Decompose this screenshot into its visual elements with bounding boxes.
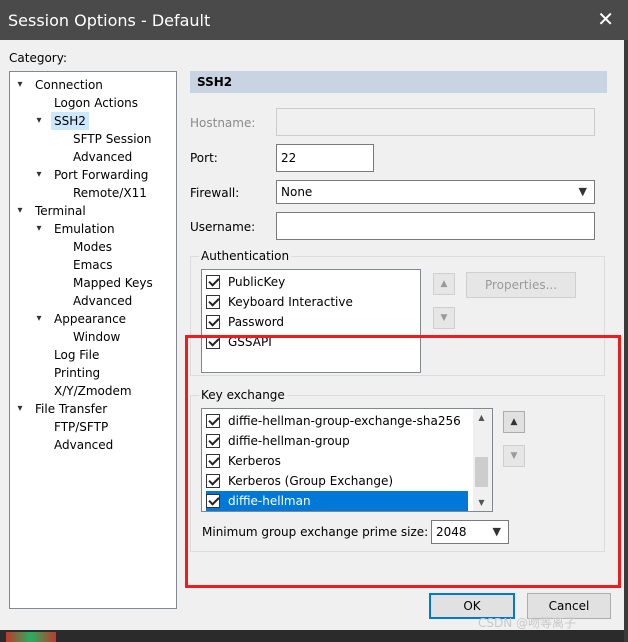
tree-item[interactable]: X/Y/Zmodem [54, 382, 132, 400]
list-item-label: Password [228, 315, 285, 329]
background-taskbar [0, 630, 624, 642]
background-edge [624, 40, 628, 642]
chevron-down-icon[interactable]: ▾ [14, 202, 26, 220]
tree-item[interactable]: SFTP Session [73, 130, 151, 148]
tree-item[interactable]: Port Forwarding [54, 166, 148, 184]
category-tree[interactable]: ▾ Connection Logon Actions ▾ SSH2 SFTP Sessio… [9, 71, 177, 609]
firewall-value: None [281, 185, 313, 199]
tree-item[interactable]: Printing [54, 364, 100, 382]
watermark: CSDN @吻等离子 [478, 616, 577, 630]
chevron-down-icon[interactable]: ▾ [14, 76, 26, 94]
tree-item[interactable]: Advanced [54, 436, 113, 454]
firewall-label: Firewall: [190, 186, 240, 200]
tree-item[interactable]: Advanced [73, 292, 132, 310]
chevron-down-icon[interactable]: ▾ [14, 400, 26, 418]
list-item-label: PublicKey [228, 275, 286, 289]
authentication-title: Authentication [199, 248, 292, 264]
properties-button[interactable]: Properties... [466, 272, 576, 298]
window-title: Session Options - Default [8, 11, 211, 30]
username-field[interactable] [276, 212, 595, 240]
chevron-down-icon[interactable]: ▾ [33, 310, 45, 328]
tree-item[interactable]: Logon Actions [54, 94, 138, 112]
chevron-down-icon[interactable]: ▾ [33, 166, 45, 184]
list-item-label: Keyboard Interactive [228, 295, 353, 309]
tree-item[interactable]: Mapped Keys [73, 274, 153, 292]
tree-item[interactable]: Terminal [35, 202, 86, 220]
tree-item[interactable]: Window [73, 328, 120, 346]
list-item[interactable]: Keyboard Interactive [206, 292, 359, 312]
list-item[interactable]: Password [206, 312, 290, 332]
section-title: SSH2 [190, 71, 607, 93]
port-label: Port: [190, 151, 218, 165]
tree-item[interactable]: File Transfer [35, 400, 107, 418]
chevron-down-icon[interactable]: ▾ [33, 112, 45, 130]
list-item[interactable]: PublicKey [206, 272, 291, 292]
tree-item[interactable]: Connection [35, 76, 103, 94]
annotation-highlight-box [185, 335, 621, 588]
category-label: Category: [9, 51, 67, 65]
hostname-field[interactable] [276, 108, 595, 136]
chevron-down-icon: ▼ [578, 185, 587, 198]
firewall-select[interactable]: None ▼ [276, 180, 595, 204]
auth-move-up-button[interactable]: ▲ [433, 273, 455, 295]
checkbox-checked-icon[interactable] [206, 295, 220, 309]
hostname-label: Hostname: [190, 116, 256, 130]
chevron-down-icon[interactable]: ▾ [33, 220, 45, 238]
tree-item[interactable]: FTP/SFTP [54, 418, 108, 436]
tree-item[interactable]: Emulation [54, 220, 115, 238]
tree-item[interactable]: Modes [73, 238, 112, 256]
title-bar: Session Options - Default ✕ [0, 0, 628, 40]
tree-item[interactable]: Emacs [73, 256, 112, 274]
tree-item[interactable]: Remote/X11 [73, 184, 147, 202]
checkbox-checked-icon[interactable] [206, 315, 220, 329]
tree-item[interactable]: Advanced [73, 148, 132, 166]
checkbox-checked-icon[interactable] [206, 275, 220, 289]
port-field[interactable]: 22 [276, 144, 374, 172]
auth-move-down-button[interactable]: ▼ [433, 307, 455, 329]
tree-item[interactable]: Log File [54, 346, 99, 364]
tree-item[interactable]: SSH2 [51, 112, 89, 130]
username-label: Username: [190, 220, 256, 234]
close-icon[interactable]: ✕ [597, 9, 614, 29]
tree-item[interactable]: Appearance [54, 310, 126, 328]
